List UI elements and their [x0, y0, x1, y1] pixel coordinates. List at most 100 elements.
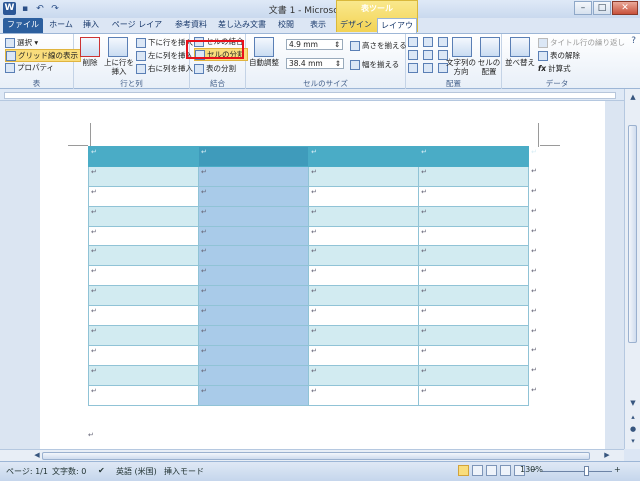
insert-left-button[interactable]: 左に列を挿入: [136, 50, 193, 61]
zoom-plus[interactable]: +: [614, 465, 621, 474]
insert-right-button[interactable]: 右に列を挿入: [136, 63, 193, 74]
table-cell[interactable]: ↵: [308, 344, 420, 366]
table-cell[interactable]: ↵: [87, 205, 200, 227]
prev-page-icon[interactable]: ▴: [626, 411, 640, 423]
distribute-cols-button[interactable]: 幅を揃える: [350, 59, 399, 70]
table-cell[interactable]: ↵: [87, 225, 200, 247]
align-bottom-left-icon[interactable]: [408, 63, 418, 73]
table-cell[interactable]: ↵: [308, 305, 420, 327]
proofing-icon[interactable]: ✔: [98, 466, 105, 475]
table-cell[interactable]: ↵: [308, 265, 420, 287]
tab-mailings[interactable]: 差し込み文書: [216, 18, 268, 33]
tab-home[interactable]: ホーム: [46, 18, 76, 33]
table-cell[interactable]: ↵: [308, 185, 420, 207]
table-cell[interactable]: ↵: [87, 146, 200, 167]
print-layout-view-icon[interactable]: [458, 465, 469, 476]
document-page[interactable]: ↵ ↵ ↵ ↵ ↵ ↵ ↵ ↵ ↵ ↵ ↵ ↵ ↵ ↵ ↵ ↵ ↵ ↵ ↵ ↵ ↵ ↵ ↵ ↵ ↵ ↵ ↵ ↵ ↵ ↵ ↵ ↵ ↵ ↵ ↵ ↵ ↵ ↵ ↵ ↵…: [40, 101, 605, 449]
table-cell[interactable]: ↵: [418, 245, 530, 267]
table-cell[interactable]: ↵: [418, 384, 530, 406]
align-top-center-icon[interactable]: [423, 37, 433, 47]
table-cell[interactable]: ↵: [198, 165, 310, 187]
delete-icon[interactable]: [80, 37, 100, 57]
table-cell[interactable]: ↵: [418, 185, 530, 207]
align-top-left-icon[interactable]: [408, 37, 418, 47]
help-icon[interactable]: ?: [631, 36, 636, 46]
table-cell[interactable]: ↵: [308, 384, 420, 406]
scroll-up-icon[interactable]: ▲: [626, 91, 640, 103]
zoom-slider-knob[interactable]: [584, 466, 589, 476]
close-button[interactable]: ✕: [612, 1, 638, 15]
spinner-icon[interactable]: ⇕: [334, 40, 340, 49]
table-cell[interactable]: ↵: [418, 146, 530, 167]
formula-button[interactable]: fx 計算式: [538, 63, 571, 74]
table-cell[interactable]: ↵: [87, 344, 200, 366]
table-cell[interactable]: ↵: [198, 265, 310, 287]
full-screen-view-icon[interactable]: [472, 465, 483, 476]
table-cell[interactable]: ↵: [198, 305, 310, 327]
horizontal-scrollbar[interactable]: ◀ ▶: [0, 449, 624, 461]
table-cell[interactable]: ↵: [87, 165, 200, 187]
page-count[interactable]: ページ: 1/1: [6, 466, 48, 477]
table-cell[interactable]: ↵: [308, 325, 420, 346]
tab-view[interactable]: 表示: [304, 18, 332, 33]
col-width-field[interactable]: 38.4 mm ⇕: [286, 58, 344, 69]
word-count[interactable]: 文字数: 0: [52, 466, 86, 477]
table-cell[interactable]: ↵: [87, 305, 200, 327]
table-cell[interactable]: ↵: [418, 225, 530, 247]
autofit-icon[interactable]: [254, 37, 274, 57]
table-cell[interactable]: ↵: [198, 325, 310, 346]
insert-mode[interactable]: 挿入モード: [164, 466, 204, 477]
tab-file[interactable]: ファイル: [3, 18, 43, 33]
hscroll-thumb[interactable]: [42, 452, 590, 460]
table-cell[interactable]: ↵: [308, 285, 420, 307]
web-layout-view-icon[interactable]: [486, 465, 497, 476]
table-cell[interactable]: ↵: [198, 384, 310, 406]
word-table[interactable]: ↵ ↵ ↵ ↵ ↵ ↵ ↵ ↵ ↵ ↵ ↵ ↵ ↵ ↵ ↵ ↵ ↵ ↵ ↵ ↵ ↵ ↵ ↵ ↵ ↵ ↵ ↵ ↵ ↵ ↵ ↵ ↵ ↵ ↵ ↵ ↵ ↵ ↵ ↵ ↵…: [87, 146, 540, 406]
table-cell[interactable]: ↵: [418, 325, 530, 346]
table-cell[interactable]: ↵: [418, 165, 530, 187]
table-cell[interactable]: ↵: [87, 285, 200, 307]
text-direction-icon[interactable]: [452, 37, 472, 57]
table-cell[interactable]: ↵: [308, 205, 420, 227]
table-cell[interactable]: ↵: [418, 285, 530, 307]
table-cell[interactable]: ↵: [198, 344, 310, 366]
table-cell[interactable]: ↵: [198, 245, 310, 267]
table-cell[interactable]: ↵: [418, 205, 530, 227]
table-cell[interactable]: ↵: [308, 364, 420, 386]
table-cell[interactable]: ↵: [87, 185, 200, 207]
table-cell[interactable]: ↵: [87, 245, 200, 267]
table-cell[interactable]: ↵: [308, 165, 420, 187]
language[interactable]: 英語 (米国): [116, 466, 157, 477]
align-middle-center-icon[interactable]: [423, 50, 433, 60]
spinner-icon[interactable]: ⇕: [335, 59, 341, 68]
next-page-icon[interactable]: ▾: [626, 435, 640, 447]
scroll-down-icon[interactable]: ▼: [626, 397, 640, 409]
table-cell[interactable]: ↵: [418, 265, 530, 287]
table-cell[interactable]: ↵: [198, 285, 310, 307]
table-cell[interactable]: ↵: [308, 225, 420, 247]
repeat-header-button[interactable]: タイトル行の繰り返し: [538, 37, 625, 48]
split-table-button[interactable]: 表の分割: [194, 63, 236, 74]
convert-to-text-button[interactable]: 表の解除: [538, 50, 580, 61]
align-middle-left-icon[interactable]: [408, 50, 418, 60]
maximize-button[interactable]: □: [593, 1, 611, 15]
insert-below-button[interactable]: 下に行を挿入: [136, 37, 193, 48]
table-cell[interactable]: ↵: [198, 146, 310, 167]
table-cell[interactable]: ↵: [198, 185, 310, 207]
zoom-slider[interactable]: [542, 471, 612, 472]
tab-references[interactable]: 参考資料: [171, 18, 211, 33]
zoom-percent[interactable]: 130%: [520, 465, 543, 474]
table-cell[interactable]: ↵: [198, 364, 310, 386]
table-cell[interactable]: ↵: [198, 205, 310, 227]
table-cell[interactable]: ↵: [87, 265, 200, 287]
table-cell[interactable]: ↵: [87, 384, 200, 406]
table-cell[interactable]: ↵: [87, 325, 200, 346]
minimize-button[interactable]: –: [574, 1, 592, 15]
table-cell[interactable]: ↵: [418, 305, 530, 327]
table-cell[interactable]: ↵: [87, 364, 200, 386]
vertical-scrollbar[interactable]: ▲ ▼ ▴ ● ▾: [624, 89, 640, 449]
distribute-rows-button[interactable]: 高さを揃える: [350, 40, 407, 51]
browse-object-icon[interactable]: ●: [626, 423, 640, 435]
tab-layout[interactable]: レイアウト: [377, 18, 417, 44]
table-cell[interactable]: ↵: [418, 364, 530, 386]
